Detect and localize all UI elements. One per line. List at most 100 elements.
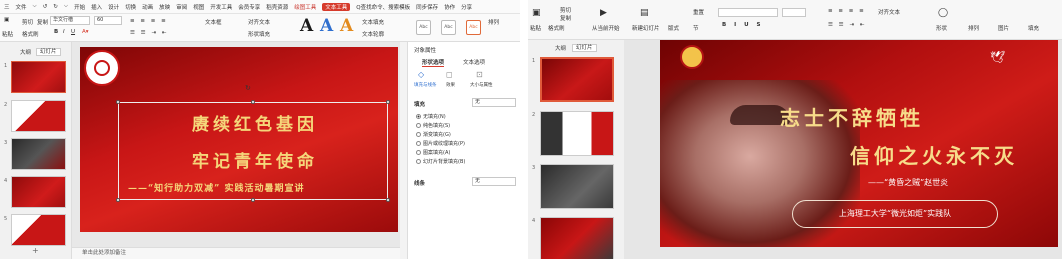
font-select[interactable] (718, 8, 778, 17)
rotate-icon[interactable]: ↻ (245, 84, 251, 92)
resize-handle[interactable] (116, 198, 120, 202)
size-icon[interactable]: ⊡ (476, 70, 483, 79)
new-slide-button[interactable]: 新建幻灯片 (632, 24, 660, 32)
copy-button[interactable]: 复制 (37, 18, 48, 26)
menu-file[interactable]: 文件 (16, 3, 27, 11)
layout-button[interactable]: 版式 (668, 24, 679, 32)
italic-button[interactable]: I (63, 29, 65, 35)
format-painter-button[interactable]: 格式刷 (548, 24, 565, 32)
tab-insert[interactable]: 插入 (91, 3, 102, 11)
tab-resources[interactable]: 稻壳资源 (266, 3, 288, 11)
shapes-icon[interactable]: ◯ (938, 8, 948, 18)
resize-handle[interactable] (116, 100, 120, 104)
sub-tab-fill[interactable]: 填充与线条 (414, 82, 437, 88)
slide-thumbnail-4[interactable] (11, 176, 66, 208)
paste-button[interactable]: 粘贴 (2, 30, 13, 38)
tab-review[interactable]: 审阅 (176, 3, 187, 11)
add-slide-icon[interactable]: + (32, 246, 39, 255)
tab-text-options[interactable]: 文本选项 (463, 58, 485, 66)
tab-slideshow[interactable]: 放映 (159, 3, 170, 11)
list-icons[interactable]: ☰ ☰ ⇥ ⇤ (828, 22, 866, 28)
fill-select[interactable]: 无 (472, 98, 516, 107)
collaborate[interactable]: 协作 (444, 3, 455, 11)
format-painter-button[interactable]: 格式刷 (22, 30, 39, 38)
resize-handle[interactable] (386, 100, 390, 104)
tab-developer[interactable]: 开发工具 (210, 3, 232, 11)
tab-slides[interactable]: 幻灯片 (572, 44, 597, 52)
fill-button[interactable]: 填充 (1028, 24, 1039, 32)
tab-slides[interactable]: 幻灯片 (36, 48, 61, 56)
reset-button[interactable]: 重置 (693, 8, 704, 16)
font-size-select[interactable] (782, 8, 806, 17)
tab-shape-options[interactable]: 形状选项 (422, 58, 445, 67)
slide-thumbnail-1[interactable] (11, 61, 66, 93)
font-select[interactable]: 华文行楷 (50, 16, 90, 25)
tab-start[interactable]: 开始 (74, 3, 85, 11)
text-style-a-1[interactable]: A (300, 16, 313, 36)
fill-line-icon[interactable]: ◇ (418, 70, 424, 79)
slide-thumbnail-3[interactable] (11, 138, 66, 170)
redo-icon[interactable]: ↻ (53, 4, 58, 10)
current-slide[interactable]: ↻ 赓续红色基因 牢记青年使命 ——“知行助力双减” 实践活动暑期宣讲 (80, 47, 398, 232)
paste-button[interactable]: 粘贴 (530, 24, 541, 32)
menu-dropdown[interactable]: ⌵ (33, 3, 37, 10)
align-text-button[interactable]: 对齐文本 (248, 18, 270, 26)
resize-handle[interactable] (386, 198, 390, 202)
sub-tab-size[interactable]: 大小与属性 (470, 82, 493, 88)
tab-animation[interactable]: 动画 (142, 3, 153, 11)
font-style-icons[interactable]: B I U S (722, 22, 763, 28)
resize-handle[interactable] (251, 100, 255, 104)
menu-home-icon[interactable]: 三 (4, 3, 10, 11)
menu-dropdown-2[interactable]: ⌵ (64, 3, 68, 10)
line-select[interactable]: 无 (472, 177, 516, 186)
shape-style-2[interactable]: Abc (441, 20, 456, 35)
text-style-a-2[interactable]: A (320, 16, 333, 36)
tab-text-tools[interactable]: 文本工具 (322, 2, 351, 11)
shape-style-3[interactable]: Abc (466, 20, 481, 35)
align-text-button[interactable]: 对齐文本 (878, 8, 900, 16)
tab-member[interactable]: 会员专享 (238, 3, 260, 11)
cut-button[interactable]: 剪切 (22, 18, 33, 26)
new-slide-icon[interactable]: ▤ (640, 8, 649, 18)
play-icon[interactable]: ▶ (600, 8, 607, 18)
slide-thumbnail-1[interactable] (540, 57, 614, 102)
section-button[interactable]: 节 (693, 24, 699, 32)
slide-thumbnail-5[interactable] (11, 214, 66, 246)
radio-no-fill[interactable]: 无填充(N) (416, 113, 446, 120)
slide-thumbnail-3[interactable] (540, 164, 614, 209)
tab-outline[interactable]: 大纲 (20, 48, 31, 56)
radio-gradient-fill[interactable]: 渐变填充(G) (416, 131, 451, 138)
radio-solid-fill[interactable]: 纯色填充(S) (416, 122, 450, 129)
search-command[interactable]: Q查找命令、搜索模板 (356, 3, 410, 11)
effects-icon[interactable]: ◻ (446, 70, 453, 79)
text-style-a-3[interactable]: A (340, 16, 353, 36)
font-color-icon[interactable]: A▾ (82, 29, 89, 35)
shapes-button[interactable]: 形状 (936, 24, 947, 32)
tab-transition[interactable]: 切换 (125, 3, 136, 11)
copy-button[interactable]: 复制 (560, 14, 571, 22)
paragraph-icons[interactable]: ≡ ≡ ≡ ≡ (828, 8, 866, 14)
sync-save[interactable]: 同步保存 (416, 3, 438, 11)
notes-bar[interactable]: 单击此处添加备注 (72, 247, 400, 259)
slide-thumbnail-2[interactable] (540, 111, 614, 156)
radio-pattern-fill[interactable]: 图案填充(A) (416, 149, 450, 156)
arrange-button[interactable]: 排列 (968, 24, 979, 32)
play-from-current[interactable]: 从当前开始 (592, 24, 620, 32)
radio-background-fill[interactable]: 幻灯片背景填充(B) (416, 158, 465, 165)
cut-button[interactable]: 剪切 (560, 6, 571, 14)
bold-button[interactable]: B (54, 29, 58, 35)
slide-thumbnail-2[interactable] (11, 100, 66, 132)
resize-handle[interactable] (251, 198, 255, 202)
radio-picture-fill[interactable]: 图片或纹理填充(P) (416, 140, 465, 147)
undo-icon[interactable]: ↺ (43, 4, 48, 10)
font-size-select[interactable]: 60 (94, 16, 122, 25)
slide-thumbnail-4[interactable] (540, 217, 614, 259)
picture-button[interactable]: 图片 (998, 24, 1009, 32)
tab-outline[interactable]: 大纲 (555, 44, 566, 52)
tab-view[interactable]: 视图 (193, 3, 204, 11)
shape-fill-button[interactable]: 形状填充 (248, 30, 270, 38)
text-box-button[interactable]: 文本框 (205, 18, 222, 26)
paste-icon[interactable]: ▣ (532, 8, 541, 18)
text-outline-button[interactable]: 文本轮廓 (362, 30, 384, 38)
paste-icon[interactable]: ▣ (4, 17, 9, 23)
